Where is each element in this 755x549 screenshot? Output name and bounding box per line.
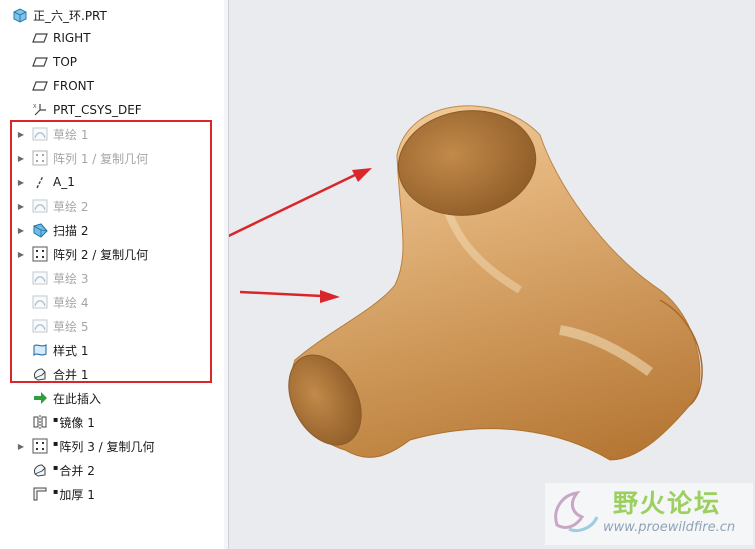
tree-item[interactable]: ▪ 加厚 1 — [32, 483, 95, 505]
new-feature-marker-icon: ▪ — [53, 462, 59, 472]
tree-item[interactable]: 在此插入 — [32, 387, 101, 409]
sketch-icon — [32, 198, 48, 214]
expand-arrow-icon[interactable]: ▶ — [16, 219, 26, 241]
tree-item-label: 扫描 2 — [53, 223, 89, 238]
watermark-name: 野火论坛 — [613, 489, 722, 518]
tree-item-label: PRT_CSYS_DEF — [53, 103, 142, 117]
sketch-icon — [32, 294, 48, 310]
tree-item-label: 草绘 1 — [53, 127, 89, 142]
expand-arrow-icon[interactable]: ▶ — [16, 123, 26, 145]
tree-item-label: A_1 — [53, 175, 75, 189]
tree-item-label: 草绘 4 — [53, 295, 89, 310]
tree-item[interactable]: X PRT_CSYS_DEF — [32, 99, 142, 121]
pattern-icon — [32, 246, 48, 262]
tree-item-label: 阵列 3 / 复制几何 — [59, 439, 155, 454]
insert-here-icon — [32, 390, 48, 406]
datum-plane-icon — [32, 54, 48, 70]
style-icon — [32, 342, 48, 358]
tree-item[interactable]: 草绘 5 — [32, 315, 88, 337]
datum-plane-icon — [32, 30, 48, 46]
pattern-icon — [32, 438, 48, 454]
tree-item-label: 草绘 5 — [53, 319, 89, 334]
tree-item-label: 草绘 2 — [53, 199, 89, 214]
expand-arrow-icon[interactable]: ▶ — [16, 243, 26, 265]
tree-item[interactable]: 草绘 4 — [32, 291, 88, 313]
tree-item-label: 阵列 1 / 复制几何 — [53, 151, 149, 166]
tree-item-label: FRONT — [53, 79, 94, 93]
tree-item-label: 合并 2 — [59, 463, 95, 478]
tree-item[interactable]: FRONT — [32, 75, 94, 97]
tree-item-label: 合并 1 — [53, 367, 89, 382]
csys-icon: X — [32, 102, 48, 118]
tree-item[interactable]: 样式 1 — [32, 339, 88, 361]
new-feature-marker-icon: ▪ — [53, 438, 59, 448]
tree-root[interactable]: 正_六_环.PRT — [12, 4, 107, 26]
model-tree: 正_六_环.PRT RIGHT TOP FRONT X PRT_CSYS_DEF ▶ 草绘 … — [0, 0, 225, 549]
new-feature-marker-icon: ▪ — [53, 414, 59, 424]
tree-item[interactable]: 草绘 3 — [32, 267, 88, 289]
wildfire-logo-icon — [554, 491, 599, 532]
tree-item-label: 阵列 2 / 复制几何 — [53, 247, 149, 262]
tree-item[interactable]: TOP — [32, 51, 77, 73]
expand-arrow-icon[interactable]: ▶ — [16, 435, 26, 457]
annotation-arrow-2 — [239, 290, 340, 303]
mirror-icon — [32, 414, 48, 430]
watermark-url: www.proewildfire.cn — [603, 520, 736, 535]
expand-arrow-icon[interactable]: ▶ — [16, 171, 26, 193]
tree-item[interactable]: ▶ 草绘 2 — [18, 195, 89, 217]
graphics-window[interactable] — [229, 0, 755, 549]
tree-root-label: 正_六_环.PRT — [33, 8, 107, 23]
tree-item-label: 加厚 1 — [59, 487, 95, 502]
tree-item[interactable]: ▶ ▪ 阵列 3 / 复制几何 — [18, 435, 155, 457]
sketch-icon — [32, 318, 48, 334]
tree-item-label: 在此插入 — [53, 391, 102, 406]
datum-axis-icon — [32, 174, 48, 190]
pattern-icon — [32, 150, 48, 166]
new-feature-marker-icon: ▪ — [53, 486, 59, 496]
tree-item[interactable]: ▶ 阵列 2 / 复制几何 — [18, 243, 149, 265]
expand-arrow-icon[interactable]: ▶ — [16, 195, 26, 217]
tree-item[interactable]: ▶ 草绘 1 — [18, 123, 89, 145]
sketch-icon — [32, 270, 48, 286]
tree-item[interactable]: ▪ 镜像 1 — [32, 411, 95, 433]
tree-item[interactable]: ▶ A_1 — [18, 171, 75, 193]
sweep-icon — [32, 222, 48, 238]
tree-item[interactable]: RIGHT — [32, 27, 91, 49]
svg-text:X: X — [33, 104, 37, 110]
tree-item[interactable]: ▶ 扫描 2 — [18, 219, 89, 241]
tree-item-label: 样式 1 — [53, 343, 89, 358]
tree-item-label: TOP — [53, 55, 78, 69]
annotation-arrow-1 — [229, 168, 372, 238]
tree-item-label: 镜像 1 — [59, 415, 95, 430]
merge-icon — [32, 462, 48, 478]
tree-item[interactable]: 合并 1 — [32, 363, 88, 385]
part-icon — [12, 7, 28, 23]
merge-icon — [32, 366, 48, 382]
tree-item-label: 草绘 3 — [53, 271, 89, 286]
tree-item-label: RIGHT — [53, 31, 91, 45]
part-model — [229, 105, 703, 461]
datum-plane-icon — [32, 78, 48, 94]
tree-item[interactable]: ▪ 合并 2 — [32, 459, 95, 481]
sketch-icon — [32, 126, 48, 142]
thicken-icon — [32, 486, 48, 502]
expand-arrow-icon[interactable]: ▶ — [16, 147, 26, 169]
tree-item[interactable]: ▶ 阵列 1 / 复制几何 — [18, 147, 149, 169]
